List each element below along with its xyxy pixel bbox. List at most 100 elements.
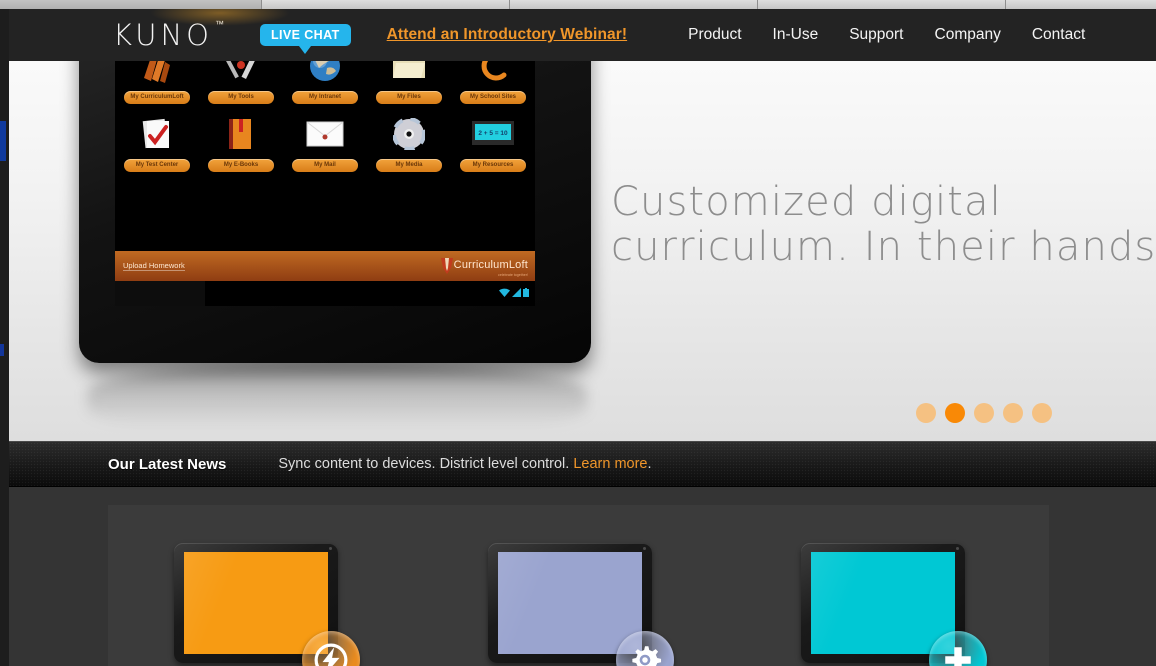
books-icon	[120, 61, 194, 89]
hero-headline-line2: curriculum. In their hands.	[611, 224, 1156, 271]
tablet-app-my-tools[interactable]: My Tools	[204, 61, 278, 104]
tablet-nav-area	[115, 281, 205, 306]
feature-tablet-screen	[497, 552, 642, 654]
live-chat-label: LIVE CHAT	[259, 23, 351, 47]
tablet-app-label: My Files	[376, 91, 442, 104]
tablet-app-label: My Tools	[208, 91, 274, 104]
tablet-app-label: My Resources	[460, 159, 526, 172]
tablet-status-bar	[115, 281, 535, 306]
hero-section: Welcome John Smith!	[9, 61, 1156, 441]
left-edge-marker	[0, 121, 6, 161]
browser-tab[interactable]	[1006, 0, 1156, 9]
browser-tab[interactable]	[0, 0, 262, 9]
hero-carousel-dots[interactable]	[916, 403, 1052, 423]
browser-tab-strip[interactable]	[0, 0, 1156, 9]
camera-dot-icon	[956, 547, 960, 550]
battery-icon	[523, 288, 529, 297]
curriculumloft-logo: CurriculumLoft celebrate together!	[440, 255, 528, 277]
upload-homework-link[interactable]: Upload Homework	[123, 261, 185, 271]
carousel-dot-1[interactable]	[916, 403, 936, 423]
feature-tablet-screen	[184, 552, 328, 654]
tablet-reflection	[87, 361, 587, 439]
features-section	[9, 487, 1156, 666]
lightning-bolt-icon	[314, 643, 348, 666]
nav-item-product[interactable]: Product	[688, 26, 741, 44]
tablet-app-label: My School Sites	[460, 91, 526, 104]
tools-icon	[204, 61, 278, 89]
tablet-app-my-files[interactable]: My Files	[372, 61, 446, 104]
disc-icon	[372, 111, 446, 157]
browser-tab[interactable]	[758, 0, 1006, 9]
feature-panel-orange[interactable]	[174, 543, 422, 666]
webinar-link[interactable]: Attend an Introductory Webinar!	[387, 26, 627, 44]
live-chat-button[interactable]: LIVE CHAT	[259, 23, 351, 54]
plus-icon	[945, 647, 972, 666]
tablet-app-my-resources[interactable]: 2 + 5 = 10 My Resources	[456, 111, 530, 172]
news-sentence: Sync content to devices. District level …	[278, 456, 574, 472]
tablet-app-label: My Test Center	[124, 159, 190, 172]
primary-nav: Product In-Use Support Company Contact	[657, 26, 1085, 44]
tablet-icon-grid: My CurriculumLoft My Tools My Intranet M…	[115, 61, 535, 179]
checked-paper-icon	[120, 111, 194, 157]
envelope-icon	[288, 111, 362, 157]
whiteboard-icon: 2 + 5 = 10	[456, 111, 530, 157]
camera-dot-icon	[642, 547, 646, 550]
news-period: .	[647, 456, 652, 472]
feature-panel-blue[interactable]	[487, 543, 736, 666]
browser-tab[interactable]	[262, 0, 510, 9]
left-edge-strip	[0, 9, 9, 666]
curriculumloft-tagline: celebrate together!	[498, 273, 528, 277]
tablet-app-my-intranet[interactable]: My Intranet	[288, 61, 362, 104]
hero-headline: Customized digital curriculum. In their …	[611, 179, 1156, 271]
carousel-dot-3[interactable]	[974, 403, 994, 423]
tablet-screen: Welcome John Smith!	[115, 61, 535, 306]
carousel-dot-4[interactable]	[1003, 403, 1023, 423]
carousel-dot-2[interactable]	[945, 403, 965, 423]
tablet-system-icons	[499, 288, 529, 297]
logo-trademark: ™	[214, 19, 224, 30]
news-learn-more-link[interactable]: Learn more	[573, 456, 647, 472]
tablet-app-background: Welcome John Smith!	[115, 61, 535, 306]
tablet-app-my-e-books[interactable]: My E-Books	[204, 111, 278, 172]
logo-text: KUNO	[113, 17, 213, 52]
folder-icon	[372, 61, 446, 89]
tablet-app-my-mail[interactable]: My Mail	[288, 111, 362, 172]
tablet-icon-row-1: My CurriculumLoft My Tools My Intranet M…	[115, 61, 535, 104]
site-header: KUNO ™ LIVE CHAT Attend an Introductory W…	[0, 0, 1156, 61]
nav-item-company[interactable]: Company	[935, 26, 1001, 44]
whiteboard-equation: 2 + 5 = 10	[478, 130, 508, 137]
tablet-app-label: My Mail	[292, 159, 358, 172]
latest-news-bar: Our Latest News Sync content to devices.…	[9, 441, 1156, 487]
curriculumloft-mark-icon	[440, 258, 453, 274]
tablet-app-label: My E-Books	[208, 159, 274, 172]
feature-panels	[108, 505, 1049, 666]
tablet-app-my-curriculumloft[interactable]: My CurriculumLoft	[120, 61, 194, 104]
tablet-app-my-media[interactable]: My Media	[372, 111, 446, 172]
news-text: Sync content to devices. District level …	[278, 456, 651, 472]
nav-item-in-use[interactable]: In-Use	[773, 26, 819, 44]
tablet-footer-bar: Upload Homework CurriculumLoft celebrate…	[115, 251, 535, 281]
wifi-icon	[499, 288, 510, 297]
feature-tablet-screen	[811, 552, 956, 654]
nav-item-contact[interactable]: Contact	[1032, 26, 1085, 44]
hero-headline-line1: Customized digital	[611, 179, 1002, 225]
c-letter-icon	[456, 61, 530, 89]
feature-panel-cyan[interactable]	[801, 543, 1049, 666]
tablet-app-label: My Media	[376, 159, 442, 172]
tablet-app-my-test-center[interactable]: My Test Center	[120, 111, 194, 172]
globe-icon	[288, 61, 362, 89]
tablet-app-label: My CurriculumLoft	[124, 91, 190, 104]
browser-tab[interactable]	[510, 0, 758, 9]
hero-tablet-device: Welcome John Smith!	[79, 61, 591, 363]
camera-dot-icon	[329, 547, 332, 550]
book-icon	[204, 111, 278, 157]
carousel-dot-5[interactable]	[1032, 403, 1052, 423]
site-logo[interactable]: KUNO ™	[113, 17, 224, 52]
signal-icon	[512, 288, 521, 297]
news-title: Our Latest News	[108, 455, 227, 473]
left-edge-marker-small	[0, 344, 4, 356]
tablet-app-my-school-sites[interactable]: My School Sites	[456, 61, 530, 104]
features-panel-container	[108, 505, 1049, 666]
nav-item-support[interactable]: Support	[849, 26, 903, 44]
tablet-icon-row-2: My Test Center My E-Books My Mail My Med…	[115, 111, 535, 172]
